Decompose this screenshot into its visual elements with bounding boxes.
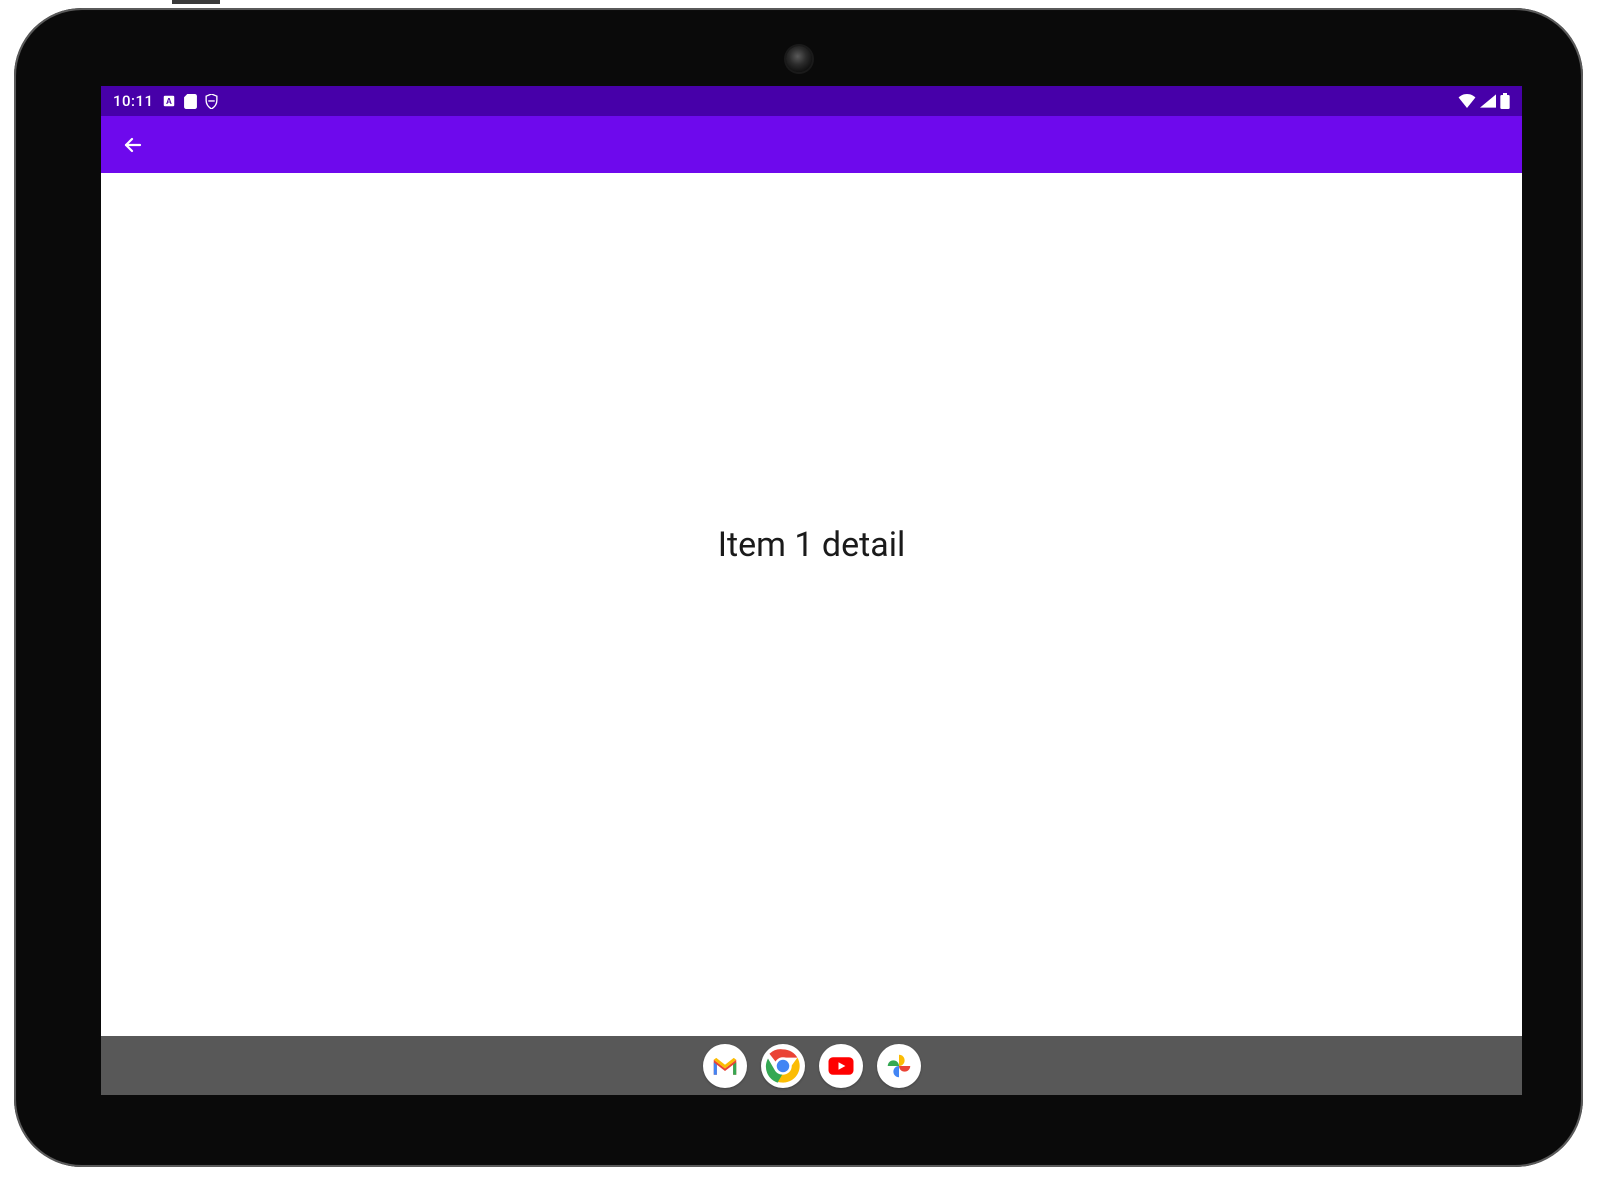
- dock-app-photos[interactable]: [877, 1044, 921, 1088]
- dock-app-gmail[interactable]: [703, 1044, 747, 1088]
- signal-icon: [1480, 94, 1496, 108]
- back-button[interactable]: [115, 127, 151, 163]
- tablet-camera: [786, 46, 812, 72]
- tablet-power-button: [172, 0, 220, 4]
- detail-text: Item 1 detail: [718, 525, 906, 565]
- app-bar: [101, 116, 1522, 173]
- chrome-icon: [763, 1046, 803, 1086]
- gmail-icon: [710, 1051, 740, 1081]
- a-box-icon: A: [162, 94, 176, 108]
- youtube-icon: [826, 1051, 856, 1081]
- battery-icon: [1500, 93, 1510, 109]
- arrow-back-icon: [121, 133, 145, 157]
- badge-icon: [205, 94, 218, 109]
- svg-text:A: A: [166, 97, 172, 106]
- content-area: Item 1 detail: [101, 173, 1522, 1036]
- taskbar: [101, 1036, 1522, 1095]
- status-clock: 10:11: [113, 92, 154, 110]
- screen: 10:11 A: [101, 86, 1522, 1095]
- tablet-frame: 10:11 A: [14, 8, 1583, 1167]
- dock-app-youtube[interactable]: [819, 1044, 863, 1088]
- status-bar: 10:11 A: [101, 86, 1522, 116]
- dock-app-chrome[interactable]: [761, 1044, 805, 1088]
- wifi-icon: [1458, 94, 1476, 108]
- photos-icon: [884, 1051, 914, 1081]
- sd-card-icon: [184, 94, 197, 109]
